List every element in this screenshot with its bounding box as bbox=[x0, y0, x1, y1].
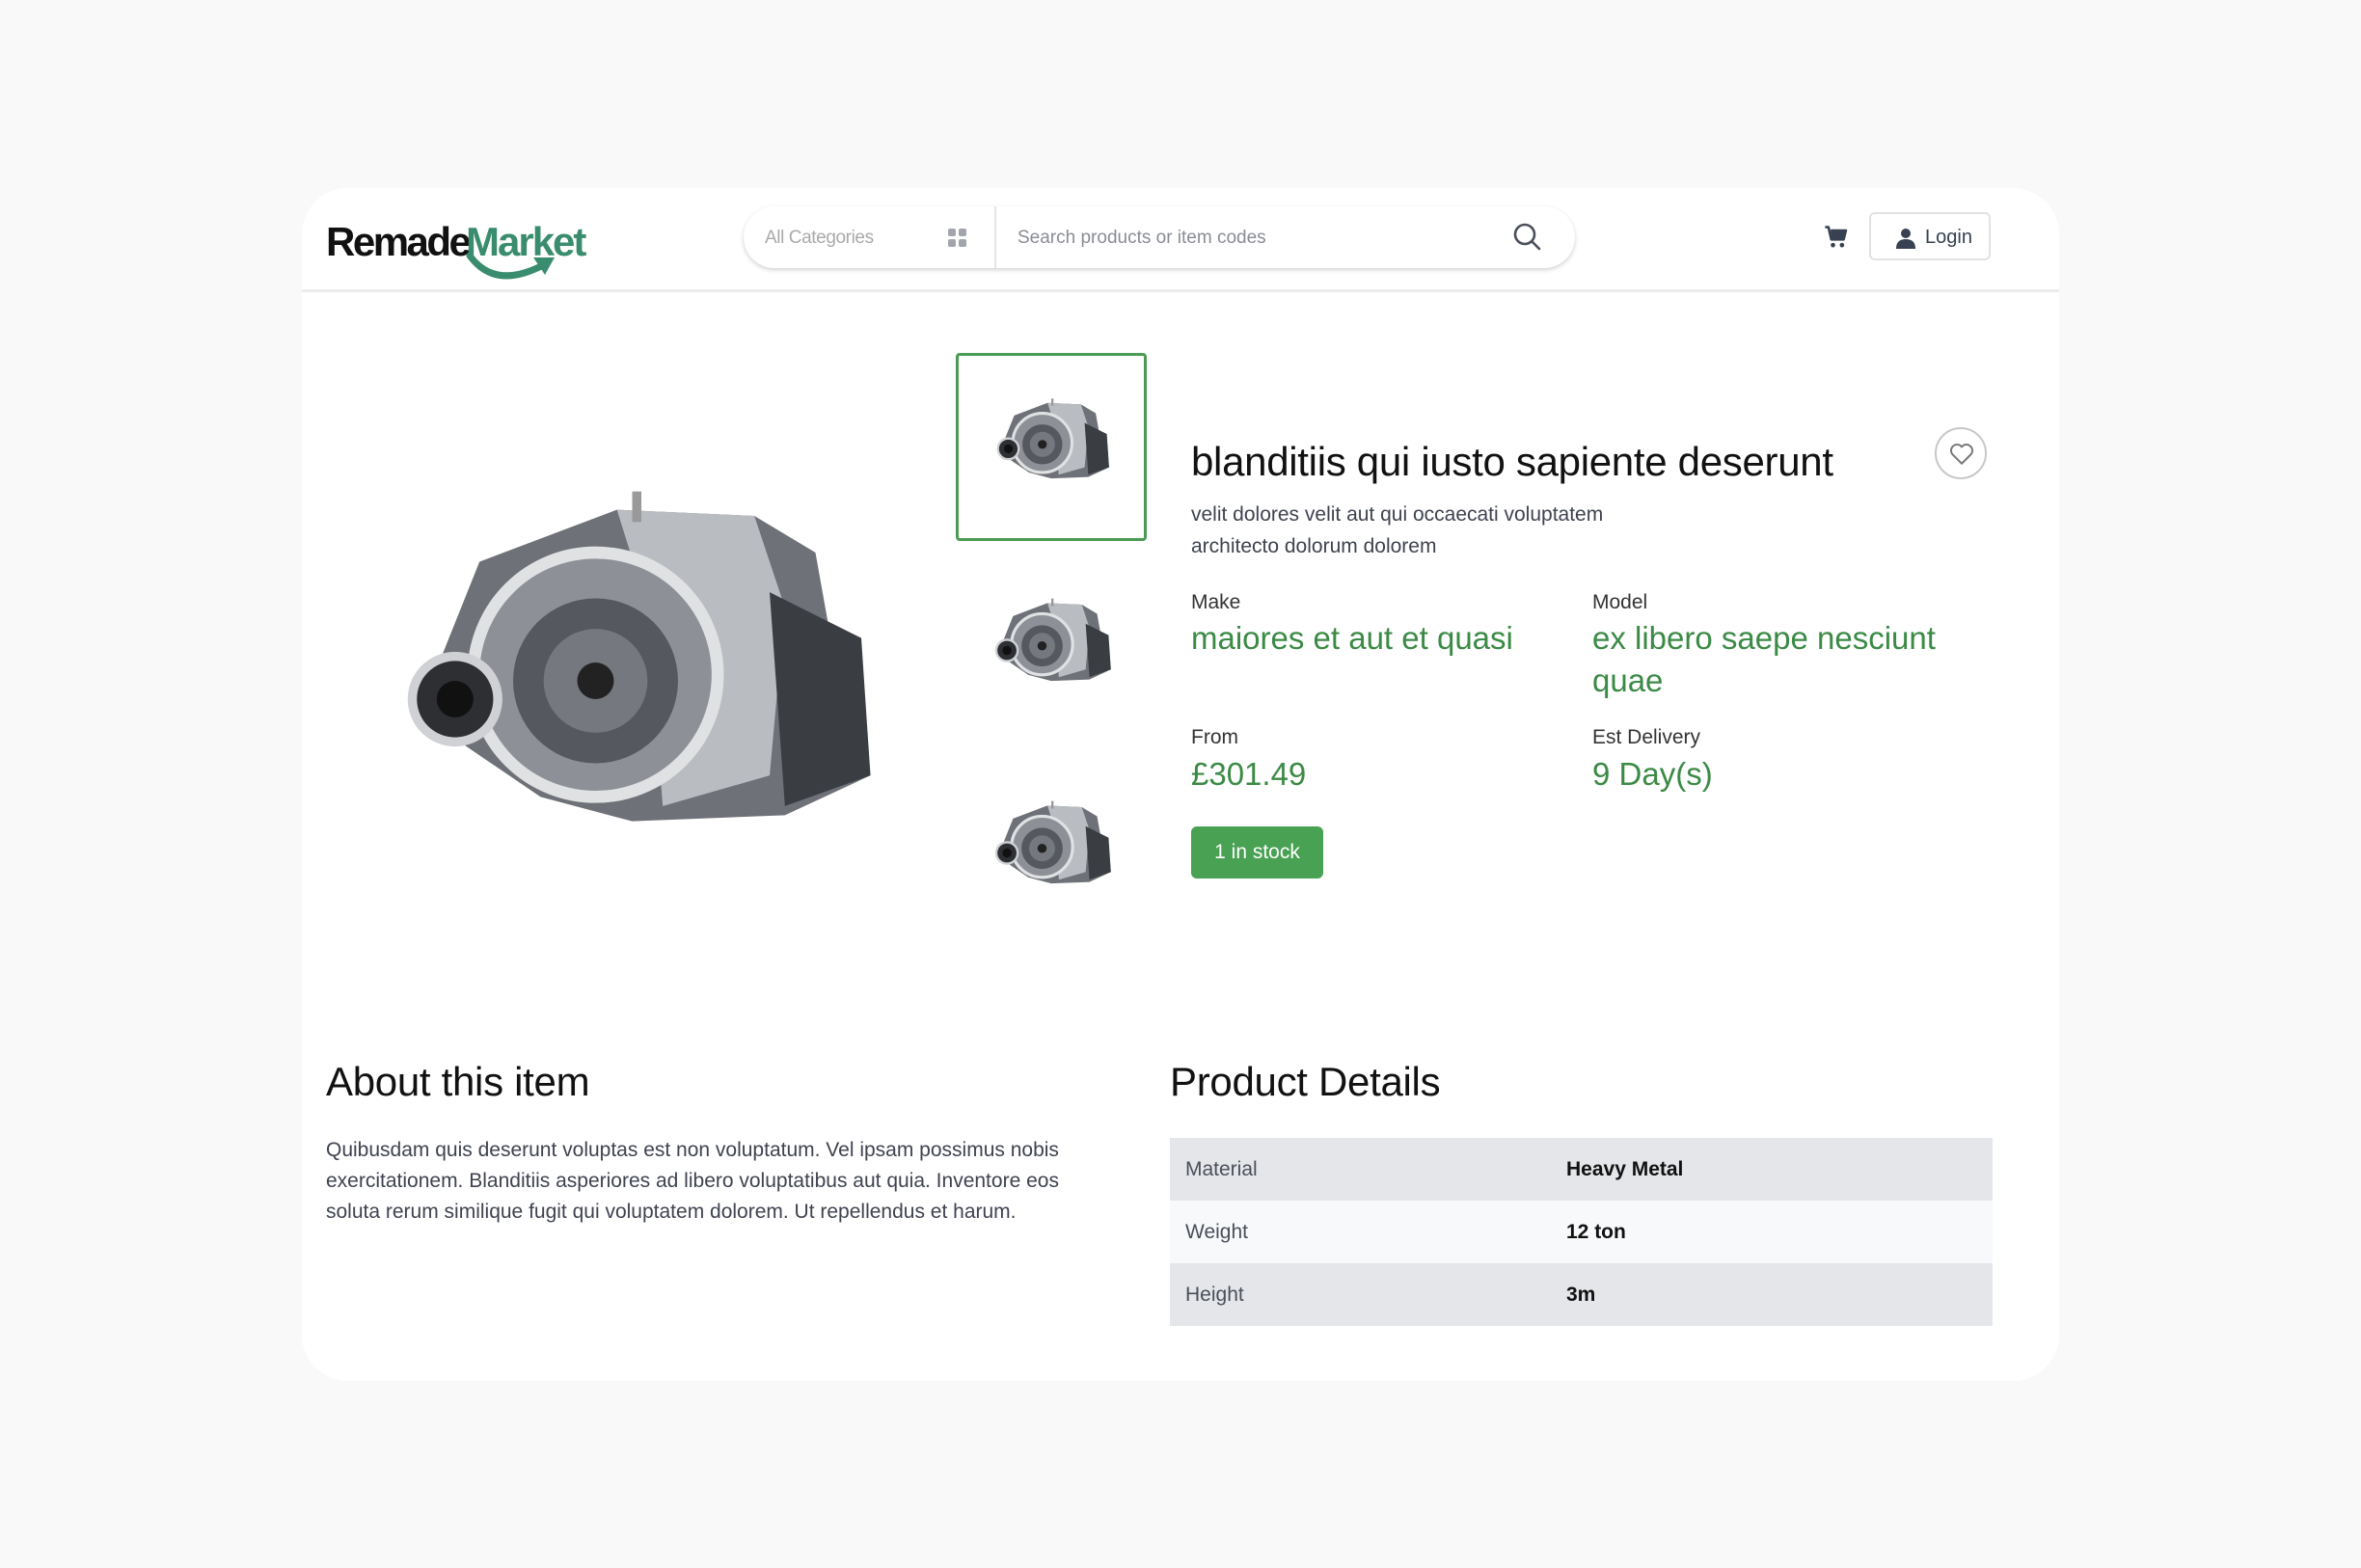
make-value: maiores et aut et quasi bbox=[1191, 620, 1513, 656]
detail-value: 12 ton bbox=[1566, 1220, 1626, 1243]
detail-key: Material bbox=[1185, 1157, 1258, 1180]
thumbnail-image bbox=[975, 380, 1127, 496]
details-heading: Product Details bbox=[1170, 1059, 1441, 1104]
search-button[interactable] bbox=[1510, 220, 1545, 255]
delivery-value: 9 Day(s) bbox=[1592, 756, 1713, 792]
thumbnail-2[interactable] bbox=[956, 554, 1147, 743]
product-title: blanditiis qui iusto sapiente deserunt bbox=[1191, 439, 1833, 484]
thumbnail-3[interactable] bbox=[956, 757, 1147, 945]
grid-icon bbox=[948, 229, 967, 248]
thumbnail-image bbox=[973, 580, 1129, 698]
heart-icon bbox=[1949, 444, 1974, 465]
detail-value: 3m bbox=[1566, 1283, 1596, 1306]
delivery-label: Est Delivery bbox=[1592, 726, 1701, 748]
site-header: Remade Market All Categories Search prod… bbox=[302, 188, 2059, 292]
category-select[interactable]: All Categories bbox=[744, 206, 996, 268]
table-row: Weight 12 ton bbox=[1170, 1201, 1993, 1263]
logo-text-remade: Remade bbox=[326, 219, 472, 264]
thumbnail-image bbox=[973, 782, 1129, 901]
about-heading: About this item bbox=[326, 1059, 590, 1104]
user-icon bbox=[1896, 229, 1915, 249]
price-label: From bbox=[1191, 726, 1238, 748]
stock-badge: 1 in stock bbox=[1191, 826, 1323, 879]
search-bar: All Categories bbox=[744, 206, 1575, 270]
logo-arrow-icon bbox=[466, 252, 555, 280]
product-subtitle: velit dolores velit aut qui occaecati vo… bbox=[1191, 503, 1604, 557]
price-value: £301.49 bbox=[1191, 756, 1307, 792]
cart-button[interactable] bbox=[1823, 224, 1850, 251]
favorite-button[interactable] bbox=[1935, 427, 1987, 479]
about-text: Quibusdam quis deserunt voluptas est non… bbox=[326, 1139, 1059, 1223]
search-icon bbox=[1513, 223, 1541, 251]
thumbnail-1[interactable] bbox=[956, 353, 1147, 541]
model-label: Model bbox=[1592, 591, 1648, 613]
page-card: Remade Market All Categories Search prod… bbox=[302, 188, 2059, 1381]
details-table: Material Heavy Metal Weight 12 ton Heigh… bbox=[1170, 1138, 1993, 1326]
table-row: Height 3m bbox=[1170, 1263, 1993, 1326]
login-label: Login bbox=[1925, 227, 1972, 248]
detail-value: Heavy Metal bbox=[1566, 1157, 1684, 1180]
cart-icon bbox=[1825, 226, 1848, 248]
product-main-image bbox=[326, 424, 938, 882]
category-select-label: All Categories bbox=[765, 228, 874, 248]
model-value: ex libero saepe nesciunt quae bbox=[1592, 620, 1936, 698]
table-row: Material Heavy Metal bbox=[1170, 1138, 1993, 1201]
detail-key: Height bbox=[1185, 1283, 1244, 1306]
login-button[interactable]: Login bbox=[1869, 212, 1991, 260]
detail-key: Weight bbox=[1185, 1220, 1248, 1243]
make-label: Make bbox=[1191, 591, 1241, 613]
search-input[interactable] bbox=[996, 206, 1521, 270]
